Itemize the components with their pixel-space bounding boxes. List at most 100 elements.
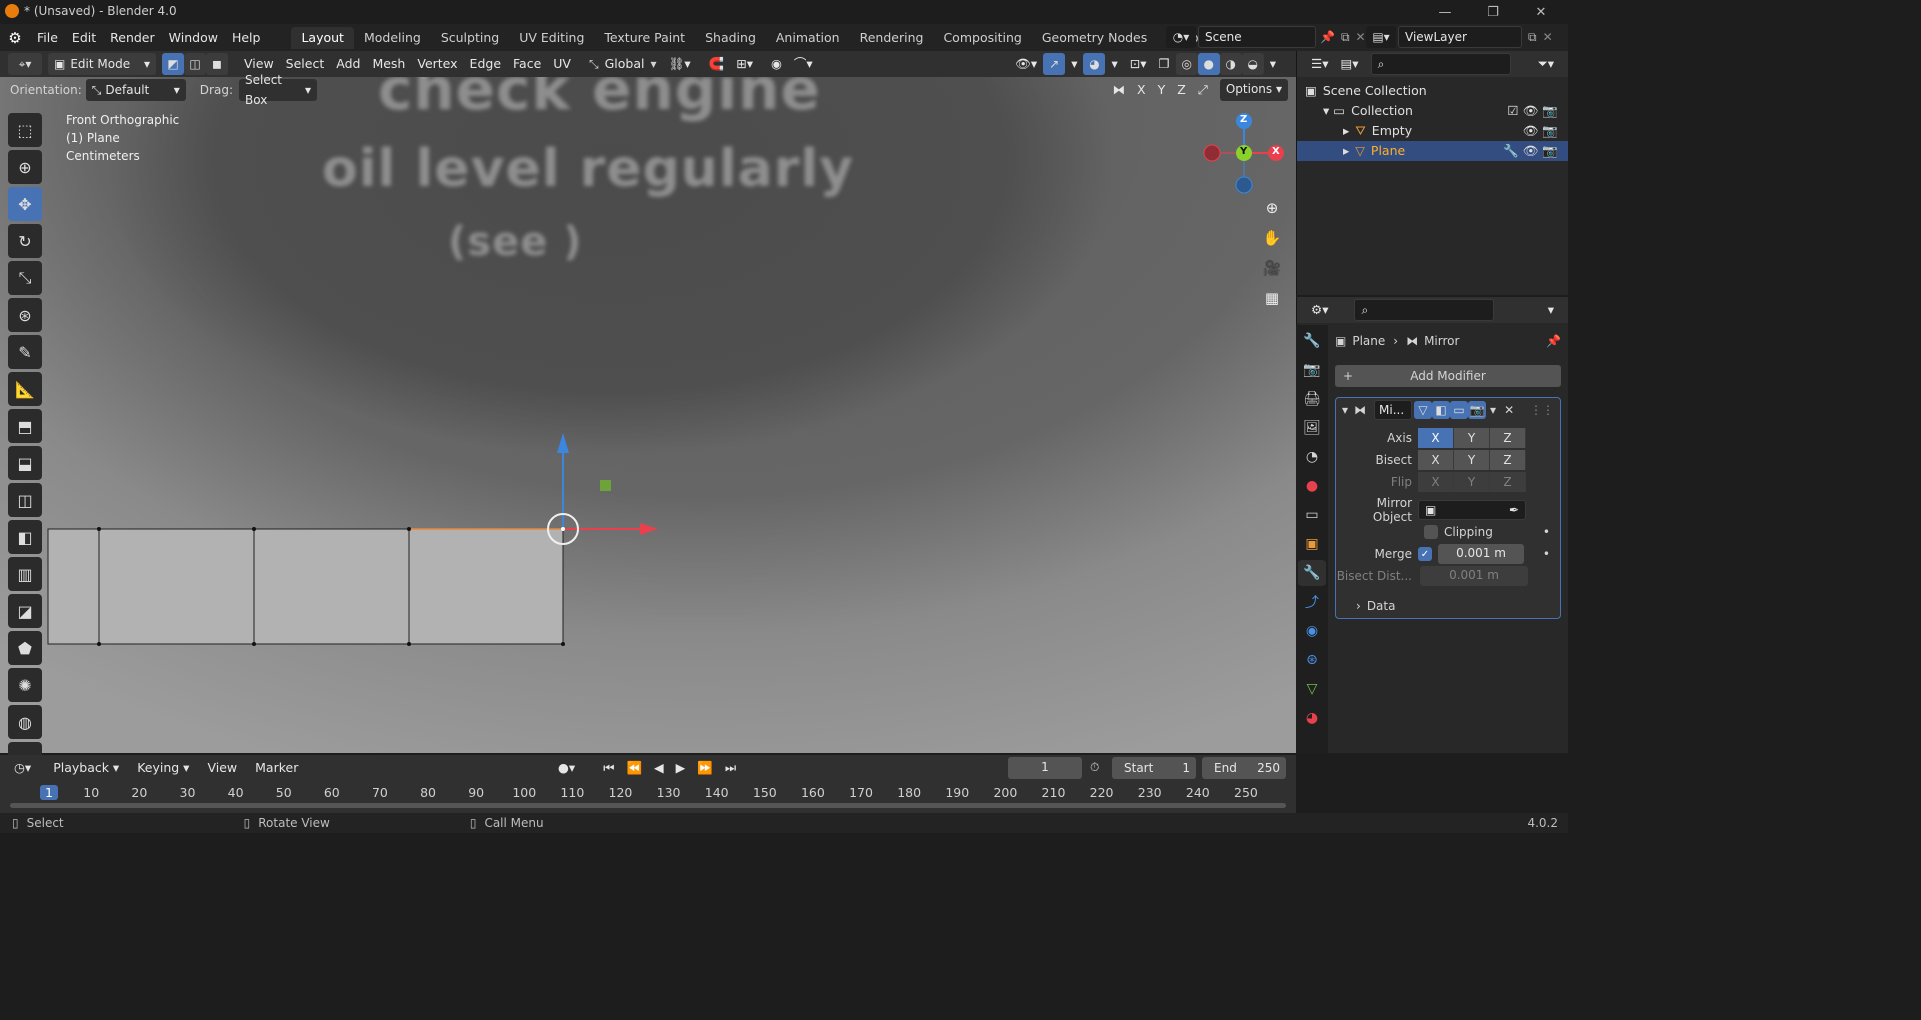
overlay-menu-icon[interactable]: ▾ <box>1105 53 1123 75</box>
measure-tool-icon[interactable]: 📐 <box>8 372 42 406</box>
outliner-search-input[interactable]: ⌕ <box>1370 53 1511 75</box>
remove-modifier-icon[interactable]: ✕ <box>1504 403 1514 417</box>
drag-handle-icon[interactable]: ⋮⋮ <box>1530 403 1554 417</box>
physics-tab-icon[interactable]: ◉ <box>1298 618 1326 644</box>
edit-cage-icon[interactable]: ▽ <box>1414 401 1433 419</box>
zoom-icon[interactable]: ⊕ <box>1260 199 1284 229</box>
object-tab-icon[interactable]: ▣ <box>1298 531 1326 557</box>
flip-z-toggle[interactable]: Z <box>1490 472 1526 492</box>
grid-view-icon[interactable]: ▦ <box>1260 289 1284 319</box>
loop-cut-tool-icon[interactable]: ▥ <box>8 557 42 591</box>
smooth-tool-icon[interactable]: ◍ <box>8 705 42 739</box>
xray-icon[interactable]: ❐ <box>1153 53 1176 75</box>
collection-row[interactable]: ▾ ▭ Collection ☑ 👁 📷 <box>1305 101 1568 121</box>
orientation-dropdown[interactable]: ⤡ Default ▾ <box>85 79 186 101</box>
add-cube-tool-icon[interactable]: ⬒ <box>8 409 42 443</box>
minimize-button[interactable]: — <box>1422 0 1468 24</box>
view-layer-remove-icon[interactable]: ✕ <box>1543 30 1553 44</box>
merge-checkbox[interactable]: ✓ <box>1418 547 1432 561</box>
mirror-axis-icon[interactable]: ⧓ <box>1107 79 1132 101</box>
shading-menu-icon[interactable]: ▾ <box>1264 53 1282 75</box>
tab-geometry-nodes[interactable]: Geometry Nodes <box>1032 27 1157 49</box>
move-tool-icon[interactable]: ✥ <box>8 187 42 221</box>
properties-search-input[interactable]: ⌕ <box>1354 299 1495 321</box>
properties-editor-icon[interactable]: ⚙▾ <box>1305 299 1334 321</box>
snap-target-icon[interactable]: ⊞▾ <box>730 53 759 75</box>
tab-layout[interactable]: Layout <box>291 26 354 49</box>
snap-icon[interactable]: 🧲 <box>703 53 731 75</box>
mesh-overlay-icon[interactable]: ⊡▾ <box>1124 53 1153 75</box>
pivot-icon[interactable]: ⛓▾ <box>663 53 697 75</box>
view-layer-field[interactable]: ViewLayer <box>1398 26 1522 48</box>
collection-tab-icon[interactable]: ▭ <box>1298 502 1326 528</box>
modifier-tab-icon[interactable]: 🔧 <box>1298 560 1326 586</box>
collection-checkbox-icon[interactable]: ☑ 👁 📷 <box>1507 101 1558 121</box>
spin-tool-icon[interactable]: ✺ <box>8 668 42 702</box>
annotate-tool-icon[interactable]: ✎ <box>8 335 42 369</box>
scene-browse-icon[interactable]: ◔▾ <box>1166 26 1196 48</box>
scene-collection-row[interactable]: ▣ Scene Collection <box>1305 81 1568 101</box>
viewport-menu-add[interactable]: Add <box>330 53 366 75</box>
tab-shading[interactable]: Shading <box>695 27 766 49</box>
menu-window[interactable]: Window <box>162 27 225 49</box>
flip-x-toggle[interactable]: X <box>1418 472 1454 492</box>
clipping-checkbox[interactable] <box>1424 525 1438 539</box>
merge-keyframe-icon[interactable]: • <box>1543 547 1550 561</box>
particles-tab-icon[interactable]: ⤴ <box>1298 589 1326 615</box>
scene-new-icon[interactable]: ⧉ <box>1341 30 1350 45</box>
edge-select-icon[interactable]: ◫ <box>184 53 206 75</box>
scene-remove-icon[interactable]: ✕ <box>1356 30 1366 44</box>
select-box-tool-icon[interactable]: ⬚ <box>8 113 42 147</box>
tab-rendering[interactable]: Rendering <box>850 27 934 49</box>
transform-orientation[interactable]: ⤡ Global ▾ <box>589 53 657 75</box>
viewport-menu-mesh[interactable]: Mesh <box>366 53 411 75</box>
edit-mode-toggle-icon[interactable]: ◧ <box>1432 401 1451 419</box>
inset-tool-icon[interactable]: ◫ <box>8 483 42 517</box>
pin-icon[interactable]: 📌 <box>1546 334 1561 348</box>
bisect-z-toggle[interactable]: Z <box>1490 450 1526 470</box>
outliner-display-icon[interactable]: ▤▾ <box>1334 53 1364 75</box>
gizmo-toggle-icon[interactable]: ↗ <box>1043 53 1066 75</box>
axis-y-toggle[interactable]: Y <box>1454 428 1490 448</box>
bisect-x-toggle[interactable]: X <box>1418 450 1454 470</box>
pan-hand-icon[interactable]: ✋ <box>1260 229 1284 259</box>
scene-pin-icon[interactable]: 📌 <box>1320 30 1335 44</box>
axis-z-toggle[interactable]: Z <box>1490 428 1526 448</box>
outliner-filter-icon[interactable]: ⏷▾ <box>1532 53 1560 75</box>
mirror-axis-z[interactable]: Z <box>1171 79 1192 101</box>
drag-dropdown[interactable]: Select Box ▾ <box>238 73 317 107</box>
viewport-menu-vertex[interactable]: Vertex <box>411 53 463 75</box>
mesh-plane[interactable] <box>0 51 1296 753</box>
blender-menu-icon[interactable]: ⚙ <box>0 29 30 47</box>
close-button[interactable]: ✕ <box>1518 0 1564 24</box>
render-tab-icon[interactable]: 📷 <box>1298 357 1326 383</box>
axis-x-toggle[interactable]: X <box>1418 428 1454 448</box>
mirror-axis-x[interactable]: X <box>1131 79 1152 101</box>
viewport-menu-edge[interactable]: Edge <box>464 53 507 75</box>
mirror-object-field[interactable]: ▣ ✒ <box>1418 500 1526 520</box>
bevel-tool-icon[interactable]: ◧ <box>8 520 42 554</box>
menu-file[interactable]: File <box>30 27 65 49</box>
scene-name-field[interactable]: Scene <box>1198 26 1316 48</box>
properties-menu-icon[interactable]: ▾ <box>1542 299 1560 321</box>
view-layer-browse-icon[interactable]: ▤▾ <box>1366 26 1396 48</box>
face-select-icon[interactable]: ◼ <box>206 53 228 75</box>
world-tab-icon[interactable]: ● <box>1298 473 1326 499</box>
viewport-menu-face[interactable]: Face <box>507 53 547 75</box>
scale-tool-icon[interactable]: ⤡ <box>8 261 42 295</box>
data-tab-icon[interactable]: ▽ <box>1298 676 1326 702</box>
material-tab-icon[interactable]: ◕ <box>1298 705 1326 731</box>
tool-tab-icon[interactable]: 🔧 <box>1298 328 1326 354</box>
tab-modeling[interactable]: Modeling <box>354 27 431 49</box>
overlay-toggle-icon[interactable]: ◕ <box>1083 53 1106 75</box>
tab-uv-editing[interactable]: UV Editing <box>509 27 594 49</box>
cursor-tool-icon[interactable]: ⊕ <box>8 150 42 184</box>
viewport-menu-uv[interactable]: UV <box>547 53 577 75</box>
plane-visibility-icon[interactable]: 🔧 👁 📷 <box>1503 141 1558 161</box>
wireframe-shading-icon[interactable]: ◎ <box>1175 53 1198 75</box>
material-shading-icon[interactable]: ◑ <box>1219 53 1242 75</box>
auto-merge-icon[interactable]: ⤢ <box>1192 79 1214 101</box>
data-subpanel[interactable]: › Data <box>1336 596 1560 616</box>
editor-type-icon[interactable]: ⌖▾ <box>8 53 42 75</box>
menu-edit[interactable]: Edit <box>65 27 103 49</box>
